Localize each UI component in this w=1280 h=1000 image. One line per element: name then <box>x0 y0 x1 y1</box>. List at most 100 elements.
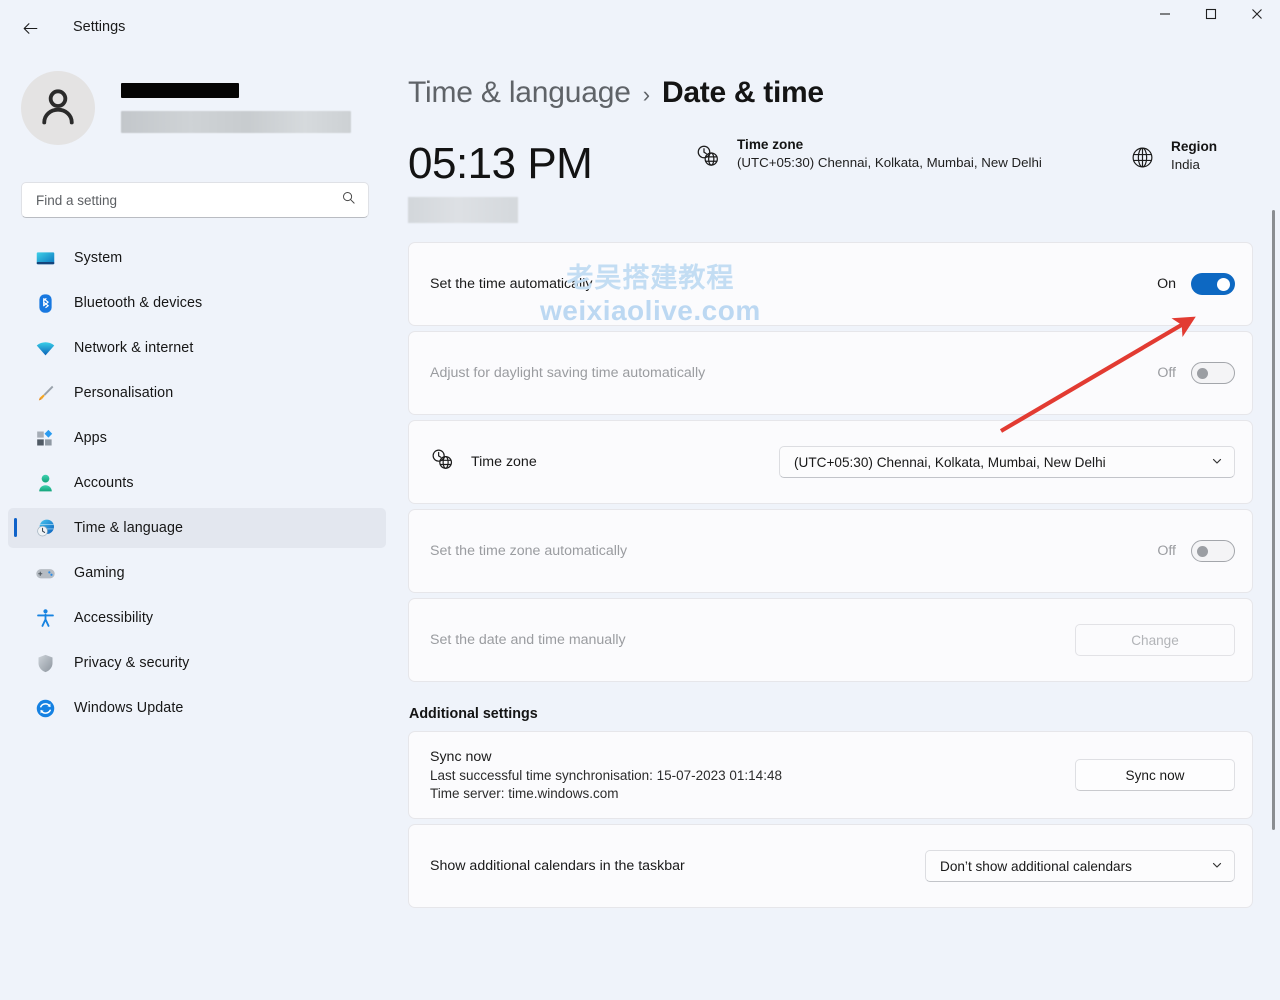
sidebar-item-label: Time & language <box>74 520 183 536</box>
additional-settings-heading: Additional settings <box>409 706 1280 722</box>
sidebar-item-accounts[interactable]: Accounts <box>8 463 386 503</box>
user-profile[interactable] <box>21 71 400 145</box>
card-set-timezone-automatically: Set the time zone automatically Off <box>408 509 1253 593</box>
chevron-down-icon <box>1211 859 1223 874</box>
sidebar-item-label: Personalisation <box>74 385 173 401</box>
app-title: Settings <box>73 19 125 35</box>
sidebar-item-label: Windows Update <box>74 700 183 716</box>
account-person-icon <box>34 472 56 494</box>
avatar <box>21 71 95 145</box>
clock-globe-icon <box>695 143 721 174</box>
card-label: Show additional calendars in the taskbar <box>430 858 685 874</box>
close-button[interactable] <box>1234 0 1280 32</box>
back-arrow-icon <box>21 19 40 43</box>
monitor-icon <box>34 247 56 269</box>
toggle-state-text: On <box>1157 276 1176 292</box>
main-content: Time & language › Date & time 05:13 PM <box>400 62 1280 1000</box>
sidebar-item-privacy-security[interactable]: Privacy & security <box>8 643 386 683</box>
current-time: 05:13 PM <box>408 137 680 191</box>
maximize-icon <box>1205 7 1217 25</box>
card-additional-calendars: Show additional calendars in the taskbar… <box>408 824 1253 908</box>
additional-calendars-dropdown[interactable]: Don’t show additional calendars <box>925 850 1235 882</box>
breadcrumb: Time & language › Date & time <box>408 76 1280 110</box>
page-title: Date & time <box>662 76 824 110</box>
sidebar-nav: System Bluetooth & devices <box>0 238 400 728</box>
paintbrush-icon <box>34 382 56 404</box>
sidebar-item-label: System <box>74 250 122 266</box>
sidebar-item-label: Accounts <box>74 475 134 491</box>
card-sync-now: Sync now Last successful time synchronis… <box>408 731 1253 819</box>
sidebar-item-label: Apps <box>74 430 107 446</box>
region-summary: Region India <box>1130 139 1217 175</box>
gamepad-icon <box>34 562 56 584</box>
breadcrumb-separator: › <box>643 82 650 108</box>
settings-cards: Set the time automatically On Adjust for… <box>408 242 1280 908</box>
globe-icon <box>1130 145 1155 175</box>
card-label: Set the time automatically <box>430 276 592 292</box>
card-adjust-daylight-saving: Adjust for daylight saving time automati… <box>408 331 1253 415</box>
sidebar-item-label: Gaming <box>74 565 125 581</box>
card-label: Adjust for daylight saving time automati… <box>430 365 705 381</box>
minimize-button[interactable] <box>1142 0 1188 32</box>
sidebar-item-accessibility[interactable]: Accessibility <box>8 598 386 638</box>
maximize-button[interactable] <box>1188 0 1234 32</box>
chevron-down-icon <box>1211 455 1223 470</box>
minimize-icon <box>1159 7 1171 25</box>
clock-globe-icon <box>34 517 56 539</box>
close-icon <box>1251 7 1263 25</box>
search-input[interactable] <box>36 193 341 208</box>
timezone-summary-value: (UTC+05:30) Chennai, Kolkata, Mumbai, Ne… <box>737 155 1042 170</box>
apps-grid-icon <box>34 427 56 449</box>
user-name-redacted <box>121 83 239 98</box>
scrollbar-thumb[interactable] <box>1272 210 1275 830</box>
sync-time-server: Time server: time.windows.com <box>430 786 782 801</box>
sidebar-item-label: Bluetooth & devices <box>74 295 202 311</box>
sidebar-item-bluetooth-devices[interactable]: Bluetooth & devices <box>8 283 386 323</box>
toggle-set-time-automatically[interactable] <box>1191 273 1235 295</box>
sidebar: System Bluetooth & devices <box>0 62 400 1000</box>
sidebar-item-system[interactable]: System <box>8 238 386 278</box>
shield-icon <box>34 652 56 674</box>
card-label: Set the time zone automatically <box>430 543 627 559</box>
region-summary-title: Region <box>1171 139 1217 154</box>
search-icon[interactable] <box>341 190 356 210</box>
timezone-dropdown[interactable]: (UTC+05:30) Chennai, Kolkata, Mumbai, Ne… <box>779 446 1235 478</box>
search-box[interactable] <box>21 182 369 218</box>
toggle-state-text: Off <box>1157 543 1176 559</box>
sidebar-item-apps[interactable]: Apps <box>8 418 386 458</box>
sidebar-item-label: Network & internet <box>74 340 193 356</box>
accessibility-person-icon <box>34 607 56 629</box>
card-set-time-automatically: Set the time automatically On <box>408 242 1253 326</box>
back-button[interactable] <box>13 14 47 48</box>
sync-now-button[interactable]: Sync now <box>1075 759 1235 791</box>
toggle-state-text: Off <box>1157 365 1176 381</box>
card-label: Set the date and time manually <box>430 632 626 648</box>
card-timezone: Time zone (UTC+05:30) Chennai, Kolkata, … <box>408 420 1253 504</box>
card-label: Time zone <box>471 454 537 470</box>
toggle-set-timezone-automatically <box>1191 540 1235 562</box>
toggle-adjust-daylight-saving <box>1191 362 1235 384</box>
main-scrollbar[interactable] <box>1272 210 1275 1000</box>
clock-globe-icon <box>430 447 455 477</box>
sidebar-item-gaming[interactable]: Gaming <box>8 553 386 593</box>
timezone-summary: Time zone (UTC+05:30) Chennai, Kolkata, … <box>695 137 1042 174</box>
sidebar-item-time-language[interactable]: Time & language <box>8 508 386 548</box>
sidebar-item-label: Privacy & security <box>74 655 189 671</box>
sync-last-time: Last successful time synchronisation: 15… <box>430 768 782 783</box>
title-bar: Settings <box>0 0 1280 62</box>
window-controls <box>1142 0 1280 32</box>
sidebar-item-network-internet[interactable]: Network & internet <box>8 328 386 368</box>
sidebar-item-windows-update[interactable]: Windows Update <box>8 688 386 728</box>
user-email-redacted <box>121 111 351 133</box>
breadcrumb-parent[interactable]: Time & language <box>408 76 631 110</box>
sidebar-item-personalisation[interactable]: Personalisation <box>8 373 386 413</box>
current-time-block: 05:13 PM <box>408 137 680 223</box>
change-button: Change <box>1075 624 1235 656</box>
timezone-dropdown-value: (UTC+05:30) Chennai, Kolkata, Mumbai, Ne… <box>794 455 1106 470</box>
timezone-summary-title: Time zone <box>737 137 1042 152</box>
bluetooth-icon <box>34 292 56 314</box>
current-date-blurred <box>408 197 518 223</box>
sidebar-item-label: Accessibility <box>74 610 153 626</box>
sync-title: Sync now <box>430 749 782 765</box>
region-summary-value: India <box>1171 157 1217 172</box>
